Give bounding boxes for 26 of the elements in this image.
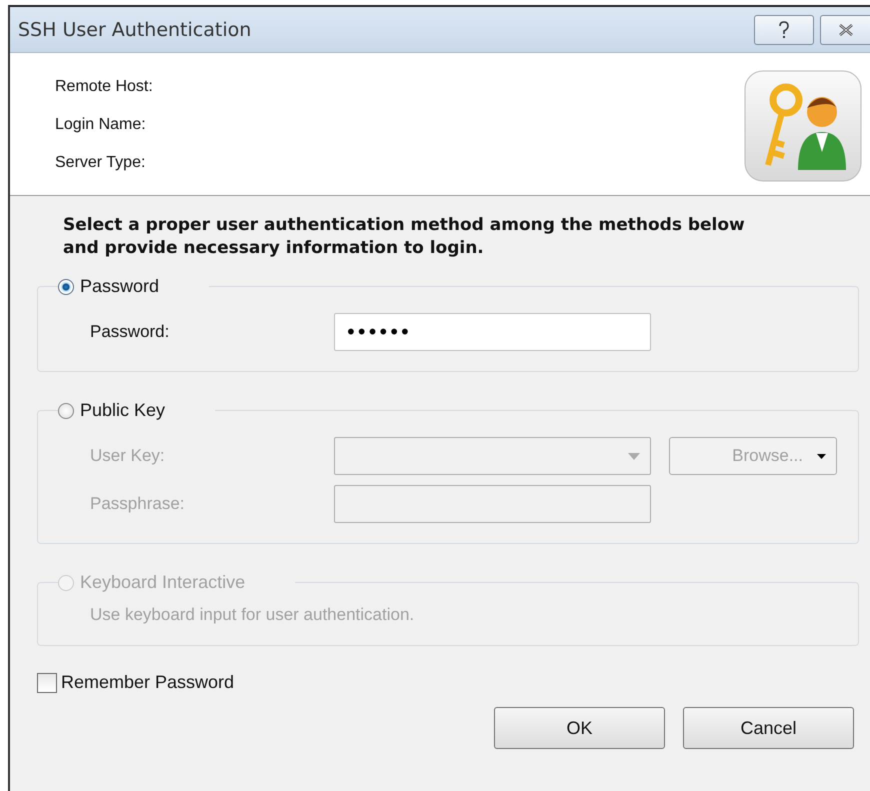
- dialog-button[interactable]: Cancel: [683, 707, 854, 749]
- help-icon: [777, 20, 791, 38]
- radio-button[interactable]: [58, 402, 74, 418]
- window-title: SSH User Authentication: [18, 18, 252, 40]
- radio-label: Keyboard Interactive: [80, 572, 246, 593]
- info-label: Server Type:: [55, 153, 146, 173]
- instruction-text: Select a proper user authentication method among the methods below and provide necessary information to login.: [62, 214, 746, 260]
- description-text: Use keyboard input for user authentication.: [90, 605, 416, 625]
- close-button[interactable]: [820, 14, 870, 44]
- info-label: Remote Host:: [55, 77, 153, 97]
- field-label: Passphrase:: [90, 494, 186, 514]
- caret-icon: [628, 452, 640, 460]
- user-key-icon: [744, 70, 862, 182]
- field-label: Password:: [90, 322, 170, 342]
- field-label: User Key:: [90, 446, 166, 466]
- caret-icon: [817, 454, 826, 458]
- checkbox-label[interactable]: Remember Password: [61, 672, 234, 693]
- close-icon: [836, 22, 854, 36]
- radio-label[interactable]: Public Key: [80, 400, 166, 421]
- radio-label[interactable]: Password: [80, 276, 160, 297]
- radio-button[interactable]: [58, 278, 74, 294]
- checkbox[interactable]: [37, 672, 57, 692]
- help-button[interactable]: [754, 14, 814, 44]
- input-field[interactable]: ••••••: [334, 313, 651, 351]
- info-label: Login Name:: [55, 115, 147, 135]
- dialog-button[interactable]: OK: [494, 707, 665, 749]
